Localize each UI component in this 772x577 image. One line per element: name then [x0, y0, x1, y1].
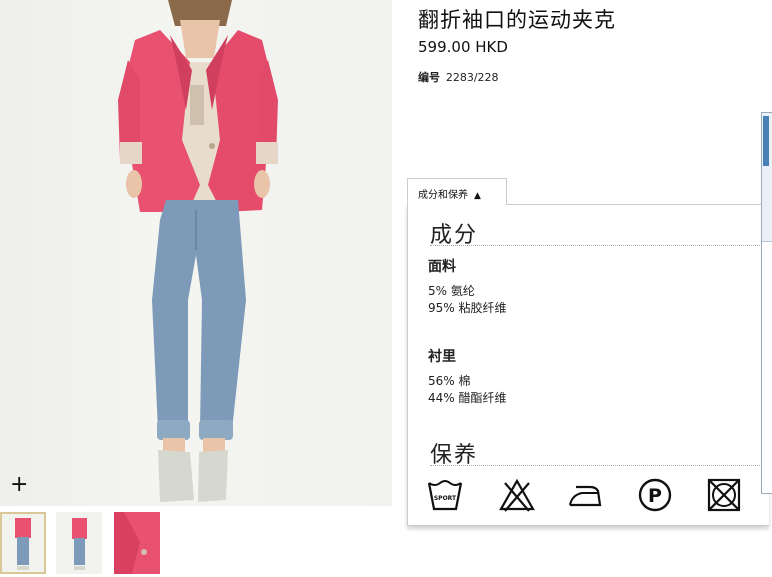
thumbnail-detail[interactable] — [114, 512, 160, 574]
thumbnail-front-alt-image — [72, 518, 87, 570]
outer-fabric-line: 95% 粘胶纤维 — [428, 301, 507, 315]
collapse-arrow-icon: ▲ — [474, 191, 481, 201]
machine-wash-sport-icon: SPORT — [427, 480, 463, 511]
thumbnail-detail-image — [114, 512, 160, 574]
tab-composition-care[interactable]: 成分和保养 ▲ — [407, 178, 507, 205]
reference-number: 2283/228 — [445, 71, 499, 84]
lining-title: 衬里 — [428, 349, 456, 365]
svg-text:SPORT: SPORT — [434, 495, 457, 502]
divider — [430, 465, 770, 466]
iron-low-icon — [569, 485, 602, 507]
product-reference: 编号 2283/228 — [418, 69, 499, 85]
outer-fabric-title: 面料 — [428, 259, 456, 275]
dry-clean-p-icon: P — [638, 478, 672, 512]
outer-fabric-line: 5% 氨纶 — [428, 284, 475, 298]
no-tumble-dry-icon — [707, 478, 741, 512]
product-price: 599.00 HKD — [418, 38, 508, 56]
no-bleach-icon — [499, 478, 535, 512]
lining-line: 44% 醋酯纤维 — [428, 391, 507, 405]
svg-text:P: P — [648, 485, 662, 507]
side-window-edge[interactable] — [761, 112, 772, 494]
zoom-icon[interactable]: + — [10, 474, 28, 496]
thumbnail-front-image — [15, 518, 31, 570]
side-window-accent — [763, 116, 769, 166]
divider — [430, 245, 770, 246]
product-title: 翻折袖口的运动夹克 — [418, 8, 616, 32]
side-window-header — [762, 113, 772, 242]
thumbnail-front[interactable] — [0, 512, 46, 574]
product-main-image[interactable]: + — [0, 0, 392, 506]
reference-label: 编号 — [418, 71, 440, 84]
tab-composition-care-label: 成分和保养 — [418, 190, 468, 201]
model-photo — [118, 0, 278, 502]
thumbnail-front-alt[interactable] — [56, 512, 102, 574]
composition-care-panel: 成分 面料 5% 氨纶 95% 粘胶纤维 衬里 56% 棉 44% 醋酯纤维 保… — [407, 204, 770, 526]
lining-line: 56% 棉 — [428, 374, 471, 388]
